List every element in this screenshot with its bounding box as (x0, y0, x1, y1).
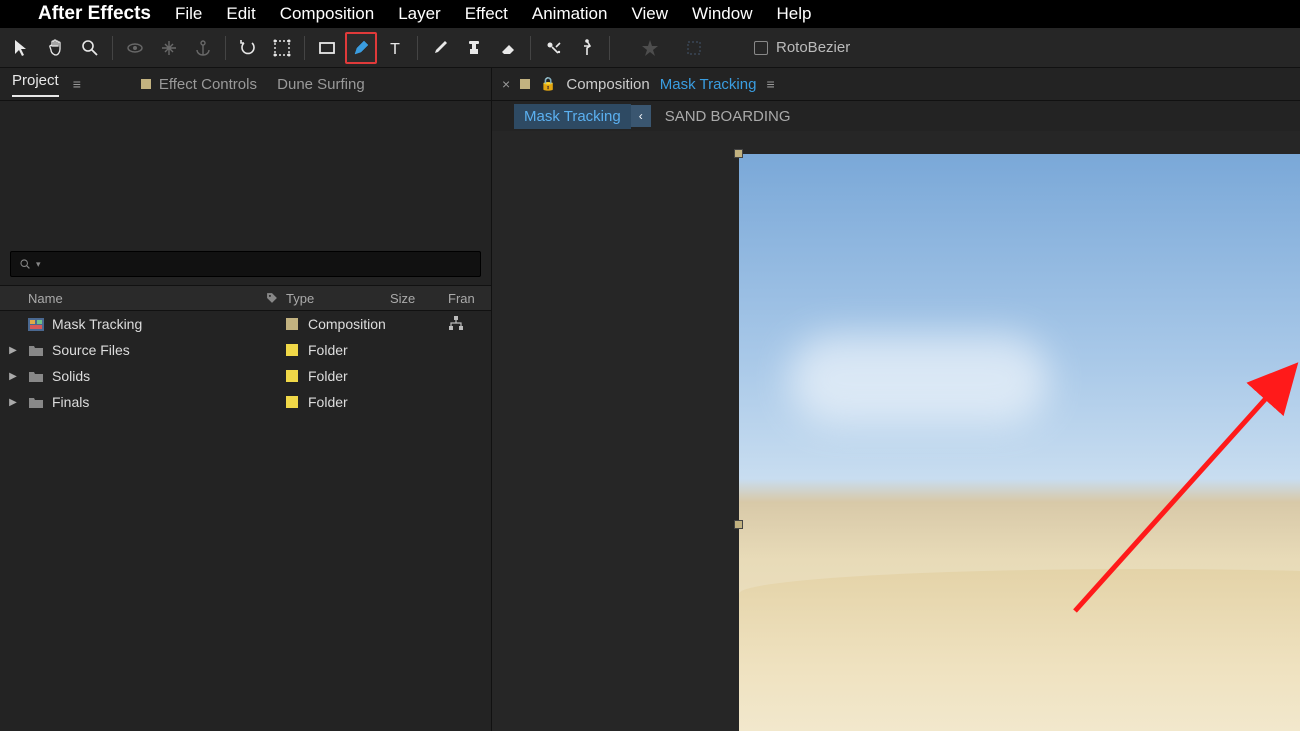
panel-menu-icon[interactable]: ≡ (73, 76, 83, 92)
item-type: Composition (308, 316, 386, 332)
menu-help[interactable]: Help (777, 4, 812, 24)
label-color-chip[interactable] (286, 370, 298, 382)
label-color-chip[interactable] (286, 318, 298, 330)
project-item[interactable]: ▶ Source Files Folder (0, 337, 491, 363)
composition-name[interactable]: Mask Tracking (660, 76, 757, 93)
mask-roi-tool[interactable] (266, 32, 298, 64)
expand-icon[interactable]: ▶ (6, 397, 20, 408)
comp-color-chip (520, 79, 530, 89)
project-item[interactable]: Mask Tracking Composition (0, 311, 491, 337)
close-tab-icon[interactable]: × (502, 76, 510, 92)
folder-icon (28, 344, 44, 357)
svg-text:T: T (390, 41, 400, 58)
composition-viewer[interactable] (492, 131, 1300, 731)
project-search-input[interactable]: ▾ (10, 251, 481, 277)
breadcrumb-item[interactable]: SAND BOARDING (651, 104, 805, 129)
project-item[interactable]: ▶ Finals Folder (0, 389, 491, 415)
mac-menubar: After Effects File Edit Composition Laye… (0, 0, 1300, 28)
menu-layer[interactable]: Layer (398, 4, 441, 24)
folder-icon (28, 370, 44, 383)
flowchart-icon[interactable] (448, 317, 464, 333)
hand-tool[interactable] (40, 32, 72, 64)
item-name: Finals (52, 394, 89, 410)
puppet-pin-tool[interactable] (571, 32, 603, 64)
pen-tool[interactable] (345, 32, 377, 64)
item-name: Solids (52, 368, 90, 384)
item-name: Source Files (52, 342, 130, 358)
selection-tool[interactable] (6, 32, 38, 64)
item-type: Folder (308, 342, 348, 358)
menu-window[interactable]: Window (692, 4, 752, 24)
lock-icon[interactable]: 🔒 (540, 76, 556, 92)
rotobezier-checkbox[interactable]: RotoBezier (754, 39, 850, 56)
search-icon (19, 258, 32, 271)
label-color-chip[interactable] (286, 344, 298, 356)
selection-handle[interactable] (734, 149, 743, 158)
brush-tool[interactable] (424, 32, 456, 64)
favorite-icon[interactable] (634, 32, 666, 64)
folder-icon (28, 396, 44, 409)
item-type: Folder (308, 394, 348, 410)
layer-color-chip (141, 79, 151, 89)
composition-icon (28, 318, 44, 331)
type-tool[interactable]: T (379, 32, 411, 64)
snapping-icon[interactable] (678, 32, 710, 64)
expand-icon[interactable]: ▶ (6, 345, 20, 356)
project-table-header: Name Type Size Fran (0, 285, 491, 311)
menu-composition[interactable]: Composition (280, 4, 375, 24)
eraser-tool[interactable] (492, 32, 524, 64)
project-tab[interactable]: Project (12, 72, 59, 97)
checkbox-icon (754, 41, 768, 55)
expand-icon[interactable]: ▶ (6, 371, 20, 382)
header-size[interactable]: Size (390, 291, 448, 306)
menu-animation[interactable]: Animation (532, 4, 608, 24)
project-item[interactable]: ▶ Solids Folder (0, 363, 491, 389)
pan-behind-tool[interactable] (153, 32, 185, 64)
composition-breadcrumb: Mask Tracking ‹ SAND BOARDING (492, 101, 1300, 131)
menu-view[interactable]: View (631, 4, 668, 24)
menu-effect[interactable]: Effect (465, 4, 508, 24)
breadcrumb-active[interactable]: Mask Tracking (514, 104, 631, 129)
footage-canvas[interactable] (739, 154, 1300, 731)
selection-handle[interactable] (734, 520, 743, 529)
rotobezier-label: RotoBezier (776, 39, 850, 56)
comp-panel-menu-icon[interactable]: ≡ (766, 76, 776, 92)
header-frame[interactable]: Fran (448, 291, 491, 306)
composition-panel: × 🔒 Composition Mask Tracking ≡ Mask Tra… (492, 68, 1300, 731)
breadcrumb-arrow-icon[interactable]: ‹ (631, 105, 651, 127)
composition-label: Composition (566, 76, 649, 93)
orbit-tool[interactable] (119, 32, 151, 64)
header-tag[interactable] (258, 291, 286, 305)
roto-brush-tool[interactable] (537, 32, 569, 64)
app-name: After Effects (38, 3, 151, 25)
header-name[interactable]: Name (0, 291, 258, 306)
menu-file[interactable]: File (175, 4, 202, 24)
label-color-chip[interactable] (286, 396, 298, 408)
item-type: Folder (308, 368, 348, 384)
menu-edit[interactable]: Edit (226, 4, 255, 24)
effect-controls-tab[interactable]: Effect Controls Dune Surfing (141, 76, 365, 93)
anchor-tool[interactable] (187, 32, 219, 64)
zoom-tool[interactable] (74, 32, 106, 64)
header-type[interactable]: Type (286, 291, 390, 306)
undo-tool[interactable] (232, 32, 264, 64)
item-name: Mask Tracking (52, 316, 142, 332)
project-panel: Project ≡ Effect Controls Dune Surfing ▾… (0, 68, 492, 731)
toolbar: T RotoBezier (0, 28, 1300, 68)
clone-stamp-tool[interactable] (458, 32, 490, 64)
rectangle-tool[interactable] (311, 32, 343, 64)
